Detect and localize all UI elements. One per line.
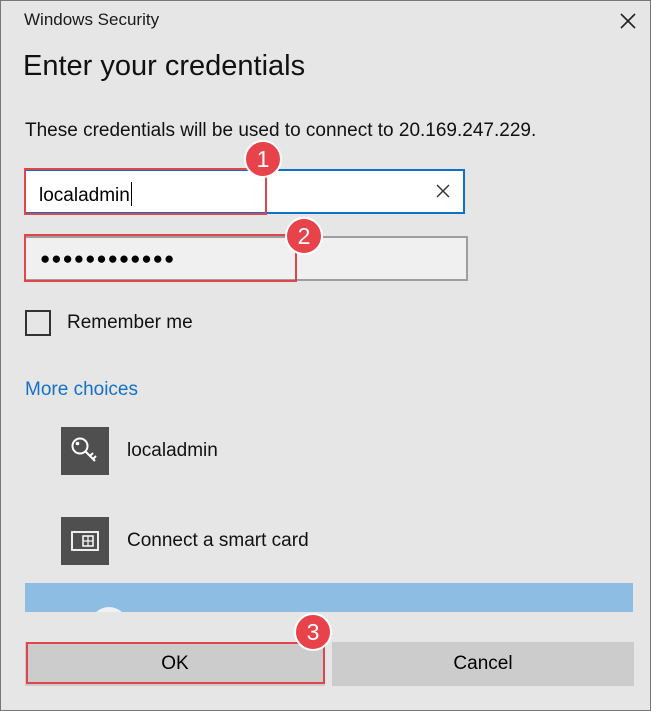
annotation-marker-3: 3 [294,613,332,651]
choice-label: localadmin [127,440,218,461]
annotation-marker-1: 1 [244,140,282,178]
checkbox-box[interactable] [25,310,51,336]
clear-username-button[interactable] [433,181,453,201]
text-caret [130,182,133,206]
key-icon [61,427,109,475]
title-bar: Windows Security [1,1,650,41]
account-avatar [90,607,128,612]
dialog-heading: Enter your credentials [23,50,306,82]
selected-choice-item[interactable] [25,583,633,612]
dialog-description: These credentials will be used to connec… [25,120,537,141]
ok-button[interactable]: OK [25,642,325,686]
remember-me-label: Remember me [67,312,193,333]
remember-me-checkbox[interactable]: Remember me [25,310,193,336]
clear-icon [436,184,450,198]
cancel-button[interactable]: Cancel [332,642,634,686]
annotation-marker-2: 2 [285,217,323,255]
username-value: localadmin [39,182,133,207]
more-choices-link[interactable]: More choices [25,379,138,401]
close-icon [620,13,636,29]
close-button[interactable] [614,7,642,35]
choice-label: Connect a smart card [127,530,309,551]
choice-localadmin[interactable]: localadmin [61,427,218,475]
choice-smart-card[interactable]: Connect a smart card [61,517,309,565]
window-title: Windows Security [24,10,160,29]
password-value: ●●●●●●●●●●●● [40,249,176,268]
username-field[interactable]: localadmin [24,169,465,214]
credentials-dialog: Windows Security Enter your credentials … [0,0,651,711]
smart-card-icon [61,517,109,565]
password-field[interactable]: ●●●●●●●●●●●● [24,236,468,281]
